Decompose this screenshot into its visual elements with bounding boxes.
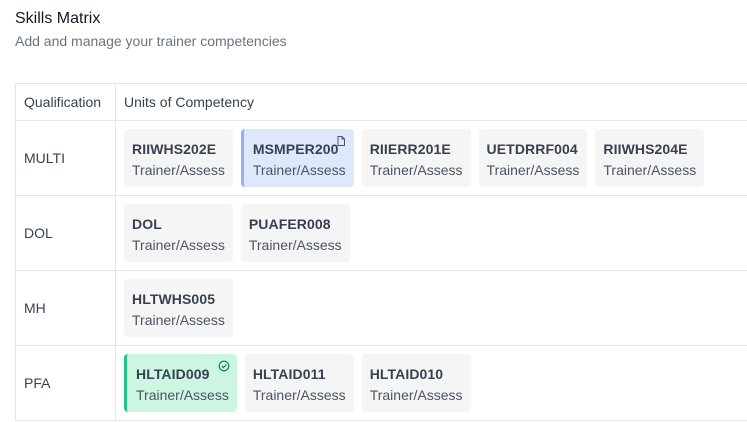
unit-role: Trainer/Assess	[252, 387, 346, 403]
qualification-column-header: Qualification	[16, 84, 116, 120]
unit-role: Trainer/Assess	[369, 162, 463, 178]
page-subtitle: Add and manage your trainer competencies	[15, 33, 287, 49]
table-row: PFA HLTAID009 Trainer/Assess HLTAID011 Train…	[16, 346, 747, 421]
units-cell: DOL Trainer/Assess PUAFER008 Trainer/Assess	[116, 196, 747, 270]
unit-card[interactable]: RIIWHS202E Trainer/Assess	[124, 129, 233, 187]
check-circle-icon	[218, 359, 230, 372]
qualification-cell: MH	[16, 271, 116, 345]
units-cell: HLTWHS005 Trainer/Assess	[116, 271, 747, 345]
document-icon	[335, 134, 347, 146]
unit-code: RIIERR201E	[369, 141, 451, 157]
table-row: MULTI RIIWHS202E Trainer/Assess MSMPER200 Tr…	[16, 121, 747, 196]
unit-role: Trainer/Assess	[369, 387, 463, 403]
units-cell: HLTAID009 Trainer/Assess HLTAID011 Trainer/…	[116, 346, 747, 420]
unit-card[interactable]: RIIWHS204E Trainer/Assess	[595, 129, 705, 187]
unit-card[interactable]: UETDRRF004 Trainer/Assess	[478, 129, 588, 187]
unit-card[interactable]: PUAFER008 Trainer/Assess	[240, 204, 350, 262]
table-header-row: Qualification Units of Competency	[16, 84, 747, 121]
unit-code: PUAFER008	[248, 216, 331, 232]
unit-card[interactable]: HLTAID010 Trainer/Assess	[361, 354, 471, 412]
page-header: Skills Matrix Add and manage your traine…	[15, 9, 287, 50]
unit-role: Trainer/Assess	[248, 237, 342, 253]
table-row: MH HLTWHS005 Trainer/Assess	[16, 271, 747, 346]
unit-role: Trainer/Assess	[252, 162, 346, 178]
unit-card[interactable]: HLTWHS005 Trainer/Assess	[124, 279, 233, 337]
unit-card[interactable]: MSMPER200 Trainer/Assess	[240, 129, 354, 187]
unit-code: HLTAID009	[136, 366, 210, 382]
unit-card[interactable]: RIIERR201E Trainer/Assess	[361, 129, 471, 187]
page-title: Skills Matrix	[15, 10, 101, 27]
unit-role: Trainer/Assess	[132, 312, 225, 328]
unit-code: RIIWHS202E	[132, 141, 217, 157]
unit-role: Trainer/Assess	[603, 162, 697, 178]
table-body: MULTI RIIWHS202E Trainer/Assess MSMPER200 Tr…	[16, 121, 747, 421]
unit-code: HLTWHS005	[132, 291, 216, 307]
unit-code: HLTAID010	[369, 366, 444, 382]
unit-code: DOL	[132, 216, 162, 232]
skills-matrix-table: Qualification Units of Competency MULTI R…	[15, 83, 747, 421]
unit-code: HLTAID011	[252, 366, 326, 382]
unit-card[interactable]: HLTAID009 Trainer/Assess	[124, 354, 237, 412]
unit-code: RIIWHS204E	[603, 141, 688, 157]
units-column-header: Units of Competency	[124, 94, 254, 110]
unit-code: UETDRRF004	[486, 141, 578, 157]
unit-card[interactable]: DOL Trainer/Assess	[124, 204, 233, 262]
unit-role: Trainer/Assess	[486, 162, 580, 178]
unit-code: MSMPER200	[252, 141, 339, 157]
units-cell: RIIWHS202E Trainer/Assess MSMPER200 Trainer…	[116, 121, 747, 195]
unit-role: Trainer/Assess	[136, 387, 229, 403]
table-row: DOL DOL Trainer/Assess PUAFER008 Trainer/Ass…	[16, 196, 747, 271]
qualification-cell: MULTI	[16, 121, 116, 195]
qualification-cell: PFA	[16, 346, 116, 420]
unit-role: Trainer/Assess	[132, 237, 225, 253]
unit-card[interactable]: HLTAID011 Trainer/Assess	[244, 354, 354, 412]
unit-role: Trainer/Assess	[132, 162, 225, 178]
qualification-cell: DOL	[16, 196, 116, 270]
